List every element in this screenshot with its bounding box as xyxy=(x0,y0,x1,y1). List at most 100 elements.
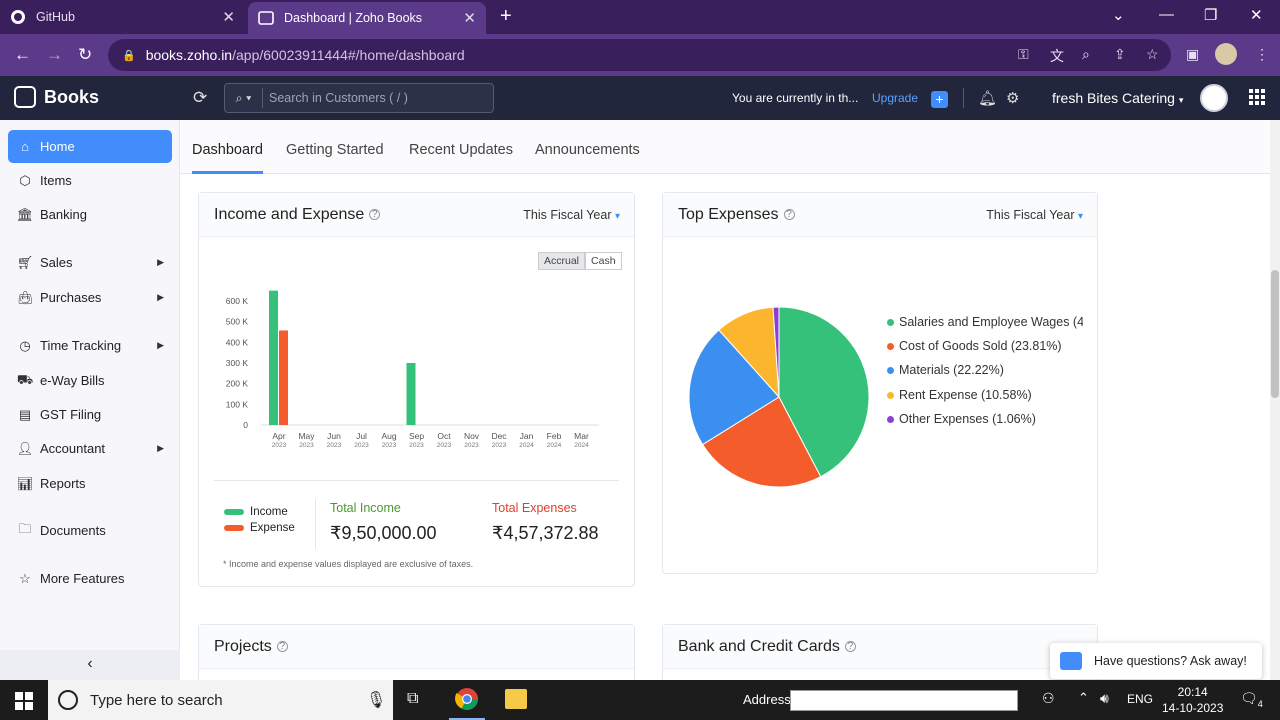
x-tick-year-label: 2023 xyxy=(409,442,424,449)
url-field[interactable]: 🔒 books.zoho.in/app/60023911444#/home/da… xyxy=(108,39,1171,71)
notification-icon[interactable]: 🗨︎4 xyxy=(1240,690,1263,709)
divider xyxy=(214,480,619,481)
sidebar-item-label: GST Filing xyxy=(40,407,102,422)
sidebar-item-more-features[interactable]: ☆ More Features xyxy=(8,562,172,595)
reload-icon[interactable]: ↻ xyxy=(78,45,92,65)
user-avatar[interactable] xyxy=(1200,84,1228,112)
people-icon[interactable]: ⚇ xyxy=(1042,690,1055,707)
collapse-sidebar-button[interactable]: ‹ xyxy=(0,650,180,680)
legend-label: Materials (22.22%) xyxy=(899,363,1004,377)
period-dropdown[interactable]: This Fiscal Year ▾ xyxy=(986,208,1083,222)
x-tick-label: Apr xyxy=(272,431,285,441)
scrollbar-thumb[interactable] xyxy=(1271,270,1279,398)
restore-button[interactable]: ❐ xyxy=(1204,6,1217,24)
upgrade-link[interactable]: Upgrade xyxy=(872,91,918,105)
menu-icon[interactable]: ⋮ xyxy=(1255,46,1269,63)
x-tick-label: Jul xyxy=(356,431,367,441)
address-toolbar-label: Address xyxy=(743,692,791,707)
taskbar-search-placeholder: Type here to search xyxy=(90,691,223,709)
brand-name: Books xyxy=(44,86,100,107)
bookmark-star-icon[interactable]: ☆ xyxy=(1146,46,1159,63)
close-window-button[interactable]: ✕ xyxy=(1250,6,1263,24)
sidebar-item-time-tracking[interactable]: ◷ Time Tracking ▶ xyxy=(8,329,172,362)
refresh-icon[interactable]: ⟳ xyxy=(193,88,207,108)
bell-icon[interactable]: 🔔︎ xyxy=(978,89,997,107)
sidebar-item-label: Home xyxy=(40,139,75,154)
x-tick-label: Nov xyxy=(464,431,480,441)
sidebar-item-label: Banking xyxy=(40,207,87,222)
volume-icon[interactable]: 🔊︎ xyxy=(1100,690,1109,707)
truck-icon: ⛟ xyxy=(16,371,34,387)
tab-announcements[interactable]: Announcements xyxy=(535,142,640,158)
user-icon: 👤︎ xyxy=(16,440,34,456)
quick-create-button[interactable]: + xyxy=(931,91,948,108)
language-indicator[interactable]: ENG xyxy=(1127,692,1153,706)
tab-getting-started[interactable]: Getting Started xyxy=(286,142,384,158)
page-scrollbar[interactable] xyxy=(1270,120,1280,680)
tax-note: * Income and expense values displayed ar… xyxy=(223,559,474,569)
taskbar-search-input[interactable]: Type here to search 🎙︎ xyxy=(48,680,393,720)
help-icon[interactable]: ? xyxy=(844,641,856,652)
sidebar-item-items[interactable]: ⬡ Items xyxy=(8,164,172,197)
address-toolbar-input[interactable] xyxy=(790,690,1018,711)
windows-start-icon[interactable] xyxy=(15,692,33,710)
chevron-right-icon: ▶ xyxy=(157,340,164,350)
legend-dot xyxy=(887,366,894,374)
close-icon[interactable]: ✕ xyxy=(222,8,235,26)
tab-zoho-books[interactable]: Dashboard | Zoho Books ✕ xyxy=(248,2,486,34)
share-icon[interactable]: ⇪ xyxy=(1114,46,1126,63)
sidebar-item-documents[interactable]: 🗀 Documents xyxy=(8,514,172,547)
search-icon[interactable]: ⌕ ▾ xyxy=(225,88,263,108)
system-clock[interactable]: 20:14 14-10-2023 xyxy=(1162,684,1223,716)
gear-icon[interactable]: ⚙ xyxy=(1006,89,1019,107)
legend-label: Expense xyxy=(250,522,295,534)
sidebar-item-sales[interactable]: 🛒︎ Sales ▶ xyxy=(8,246,172,279)
help-icon[interactable]: ? xyxy=(369,209,381,220)
x-tick-year-label: 2023 xyxy=(437,442,452,449)
accrual-button[interactable]: Accrual xyxy=(538,252,586,270)
period-dropdown[interactable]: This Fiscal Year ▾ xyxy=(523,208,620,222)
new-tab-button[interactable]: + xyxy=(500,6,512,26)
sidebar-item-home[interactable]: ⌂ Home xyxy=(8,130,172,163)
sidebar-item-eway-bills[interactable]: ⛟ e-Way Bills xyxy=(8,364,172,397)
help-icon[interactable]: ? xyxy=(783,209,795,220)
tab-recent-updates[interactable]: Recent Updates xyxy=(409,142,513,158)
sidebar-item-label: Items xyxy=(40,173,72,188)
translate-icon[interactable]: 文 xyxy=(1050,46,1064,66)
search-input[interactable]: ⌕ ▾ Search in Customers ( / ) xyxy=(224,83,494,113)
sidebar-item-gst-filing[interactable]: ▤ GST Filing xyxy=(8,398,172,431)
chrome-taskbar-icon[interactable] xyxy=(449,680,485,720)
sidebar-toggle-icon[interactable]: ▣ xyxy=(1186,46,1199,63)
sidebar-item-banking[interactable]: 🏛︎ Banking xyxy=(8,198,172,231)
profile-avatar[interactable] xyxy=(1215,43,1237,65)
tab-dashboard[interactable]: Dashboard xyxy=(192,142,263,174)
sidebar-item-purchases[interactable]: 👜︎ Purchases ▶ xyxy=(8,281,172,314)
help-icon[interactable]: ? xyxy=(276,641,288,652)
tab-github[interactable]: GitHub ✕ xyxy=(0,0,245,34)
org-switcher[interactable]: fresh Bites Catering ▾ xyxy=(1052,90,1183,106)
microphone-icon[interactable]: 🎙︎ xyxy=(366,690,386,710)
forward-icon[interactable]: → xyxy=(46,45,63,65)
legend-dot xyxy=(887,415,894,423)
cash-button[interactable]: Cash xyxy=(585,252,622,270)
clock-time: 20:14 xyxy=(1177,685,1208,699)
close-icon[interactable]: ✕ xyxy=(463,9,476,27)
key-icon[interactable]: ⚿ xyxy=(1018,46,1029,63)
help-chat-button[interactable]: Have questions? Ask away! xyxy=(1050,643,1262,679)
status-text: You are currently in th... xyxy=(732,91,859,105)
back-icon[interactable]: ← xyxy=(14,45,31,65)
apps-grid-icon[interactable] xyxy=(1249,89,1265,105)
task-view-icon[interactable]: ⧉ xyxy=(407,690,418,708)
brand[interactable]: Books xyxy=(14,86,99,108)
chevron-down-icon: ▾ xyxy=(1077,211,1083,222)
cart-icon: 🛒︎ xyxy=(16,254,34,270)
chevron-up-icon[interactable]: ⌃ xyxy=(1078,690,1089,706)
sidebar-item-reports[interactable]: 📊︎ Reports xyxy=(8,467,172,500)
zoom-icon[interactable]: ⌕ xyxy=(1082,46,1090,63)
minimize-button[interactable]: — xyxy=(1159,6,1174,23)
sidebar-item-accountant[interactable]: 👤︎ Accountant ▶ xyxy=(8,432,172,465)
chrome-icon xyxy=(455,688,478,710)
total-income-value: ₹9,50,000.00 xyxy=(330,523,437,543)
file-explorer-icon[interactable] xyxy=(505,689,527,709)
chevron-down-icon[interactable]: ⌄ xyxy=(1112,6,1125,24)
